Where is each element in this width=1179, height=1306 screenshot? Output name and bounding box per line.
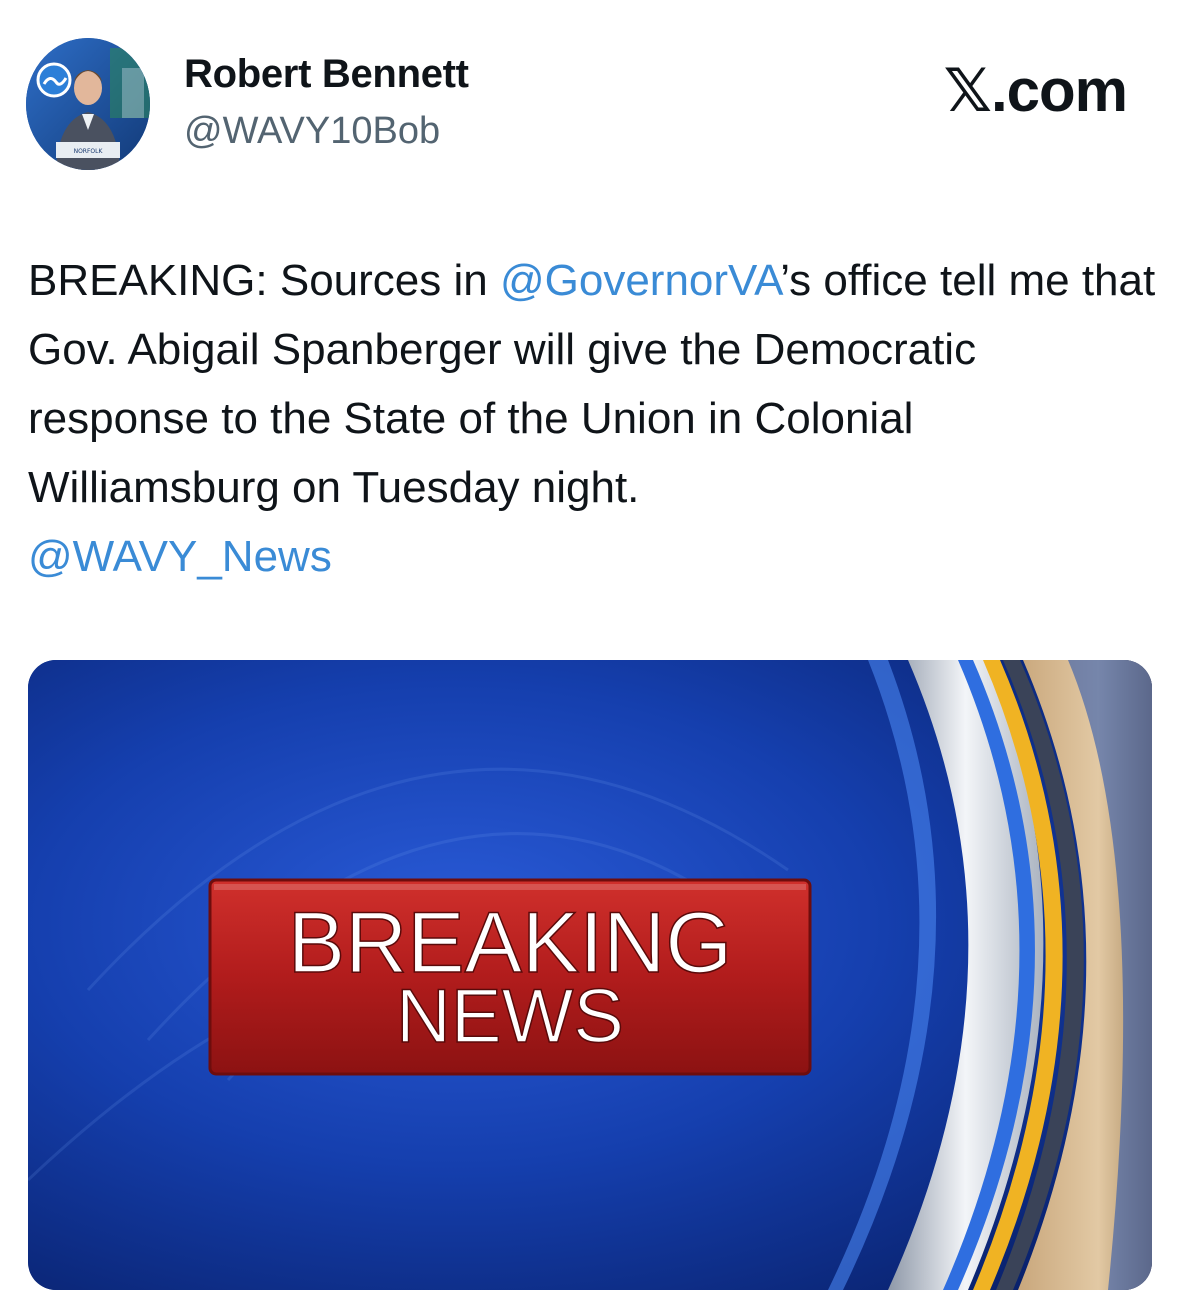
- tweet-media-image[interactable]: BREAKING NEWS: [28, 660, 1152, 1290]
- author-handle[interactable]: @WAVY10Bob: [184, 110, 440, 153]
- breaking-news-graphic: BREAKING NEWS: [28, 660, 1152, 1290]
- banner-line-2: NEWS: [396, 974, 624, 1059]
- x-logo: 𝕏.com: [943, 57, 1128, 124]
- mention-wavy-news[interactable]: @WAVY_News: [28, 522, 1158, 591]
- tweet-header: NORFOLK Robert Bennett @WAVY10Bob 𝕏.com: [0, 0, 1179, 200]
- avatar-caption: NORFOLK: [74, 148, 104, 155]
- avatar-image: NORFOLK: [26, 38, 150, 170]
- author-name[interactable]: Robert Bennett: [184, 52, 469, 97]
- avatar[interactable]: NORFOLK: [26, 38, 150, 170]
- tweet-text-before: BREAKING: Sources in: [28, 256, 500, 305]
- mention-governorva[interactable]: @GovernorVA: [500, 256, 780, 305]
- tweet-body: BREAKING: Sources in @GovernorVA’s offic…: [28, 246, 1158, 591]
